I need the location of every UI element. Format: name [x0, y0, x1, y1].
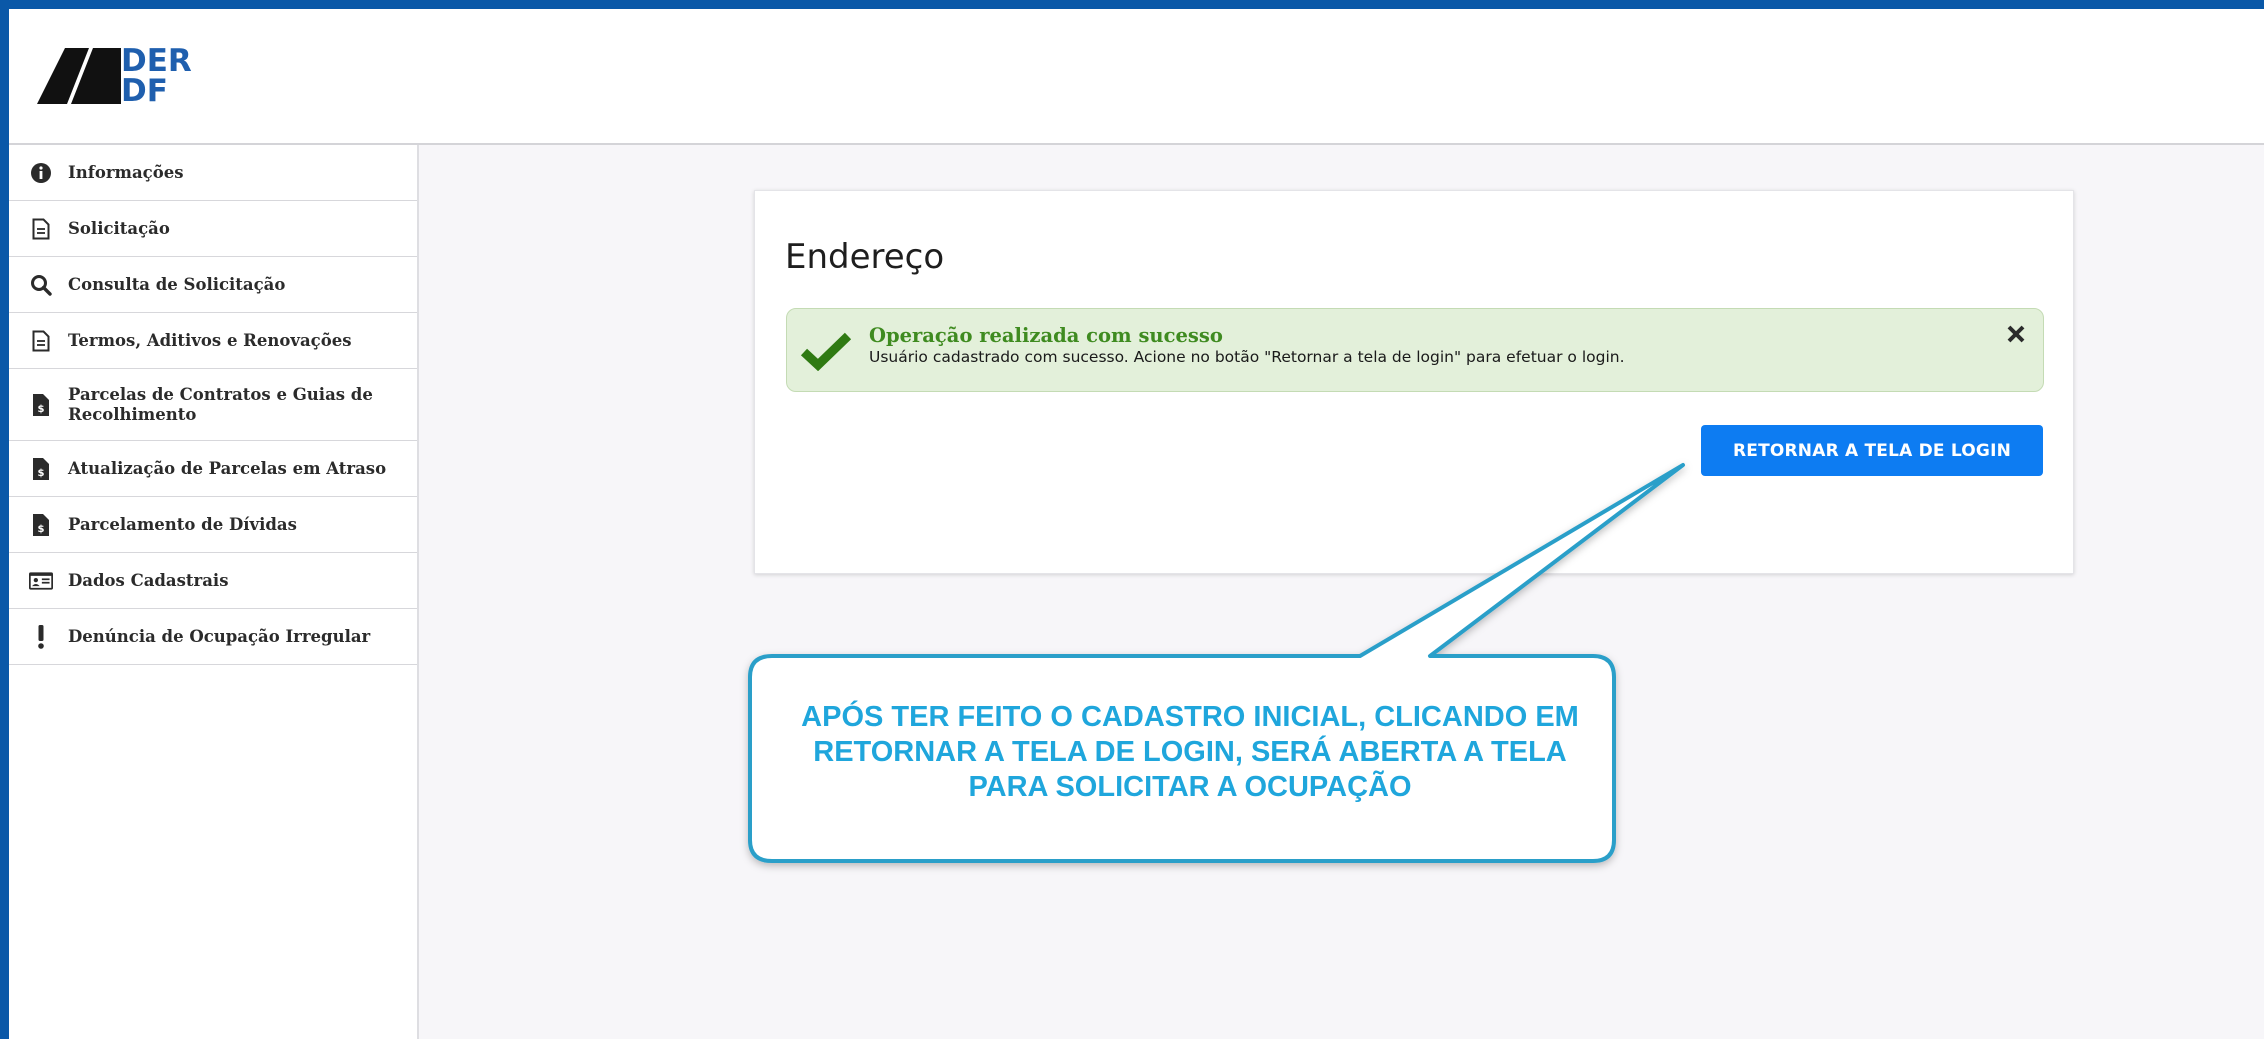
check-icon [801, 332, 851, 371]
sidebar-item-label: Parcelas de Contratos e Guias de Recolhi… [68, 384, 373, 424]
callout-line-1: APÓS TER FEITO O CADASTRO INICIAL, CLICA… [801, 701, 1579, 733]
sidebar-item-parcelas-contratos[interactable]: $ Parcelas de Contratos e Guias de Recol… [9, 369, 417, 441]
address-card: Endereço Operação realizada com sucesso … [754, 190, 2074, 574]
exclamation-icon [29, 624, 53, 649]
sidebar-item-label: Informações [68, 162, 184, 182]
sidebar-item-parcelamento[interactable]: $ Parcelamento de Dívidas [9, 497, 417, 553]
id-card-icon [29, 569, 53, 593]
sidebar-menu: Informações Solicitação Consulta de Soli… [9, 145, 417, 665]
close-icon[interactable] [2003, 321, 2029, 347]
sidebar-item-label: Parcelamento de Dívidas [68, 514, 297, 534]
sidebar-item-dados-cadastrais[interactable]: Dados Cadastrais [9, 553, 417, 609]
app-frame: DER DF Informações Solicitação Consulta … [9, 9, 2264, 1039]
sidebar-item-solicitacao[interactable]: Solicitação [9, 201, 417, 257]
sidebar-item-label: Consulta de Solicitação [68, 274, 286, 294]
svg-text:$: $ [38, 524, 45, 535]
success-alert: Operação realizada com sucesso Usuário c… [786, 308, 2044, 392]
invoice-dollar-icon: $ [29, 513, 53, 537]
invoice-dollar-icon: $ [29, 393, 53, 417]
road-logo-icon [37, 48, 121, 104]
callout-line-2: RETORNAR A TELA DE LOGIN, SERÁ ABERTA A … [813, 736, 1567, 768]
invoice-dollar-icon: $ [29, 457, 53, 481]
sidebar: Informações Solicitação Consulta de Soli… [9, 145, 419, 1039]
sidebar-item-label: Denúncia de Ocupação Irregular [68, 626, 371, 646]
sidebar-item-informacoes[interactable]: Informações [9, 145, 417, 201]
sidebar-item-denuncia[interactable]: Denúncia de Ocupação Irregular [9, 609, 417, 665]
sidebar-item-termos[interactable]: Termos, Aditivos e Renovações [9, 313, 417, 369]
der-df-logo[interactable]: DER DF [37, 46, 207, 116]
callout-line-3: PARA SOLICITAR A OCUPAÇÃO [968, 771, 1412, 803]
sidebar-item-label: Dados Cadastrais [68, 570, 229, 590]
callout-text: APÓS TER FEITO O CADASTRO INICIAL, CLICA… [760, 700, 1620, 805]
logo-text-line1: DER [121, 43, 192, 79]
alert-message: Usuário cadastrado com sucesso. Acione n… [869, 348, 1625, 366]
logo-text-line2: DF [121, 73, 168, 109]
alert-title: Operação realizada com sucesso [869, 324, 1223, 347]
sidebar-item-consulta[interactable]: Consulta de Solicitação [9, 257, 417, 313]
return-to-login-button[interactable]: RETORNAR A TELA DE LOGIN [1701, 425, 2043, 476]
sidebar-item-label: Solicitação [68, 218, 170, 238]
sidebar-item-label: Atualização de Parcelas em Atraso [68, 458, 387, 478]
document-icon [29, 217, 53, 241]
sidebar-item-atualizacao-parcelas[interactable]: $ Atualização de Parcelas em Atraso [9, 441, 417, 497]
logo-text: DER DF [121, 43, 192, 109]
svg-text:$: $ [38, 404, 45, 415]
header: DER DF [9, 9, 2264, 145]
info-circle-icon [29, 161, 53, 185]
sidebar-item-label: Termos, Aditivos e Renovações [68, 330, 352, 350]
main-content: Endereço Operação realizada com sucesso … [419, 145, 2264, 1039]
page-title: Endereço [785, 237, 945, 277]
svg-text:$: $ [38, 468, 45, 479]
search-icon [29, 273, 53, 297]
document-icon [29, 329, 53, 353]
